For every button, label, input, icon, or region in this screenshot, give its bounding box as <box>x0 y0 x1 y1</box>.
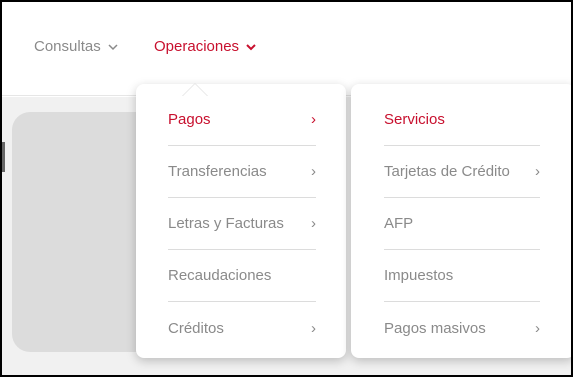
background-divider <box>2 142 5 172</box>
menu-item-impuestos[interactable]: Impuestos <box>384 250 540 302</box>
menu-item-label: Pagos <box>168 111 211 128</box>
nav-operaciones-label: Operaciones <box>154 38 240 55</box>
top-navigation: Consultas Operaciones <box>2 2 571 96</box>
nav-operaciones[interactable]: Operaciones <box>154 38 257 55</box>
menu-item-transferencias[interactable]: Transferencias › <box>168 146 316 198</box>
operaciones-menu: Pagos › Transferencias › Letras y Factur… <box>136 84 346 358</box>
chevron-right-icon: › <box>311 163 316 180</box>
chevron-right-icon: › <box>311 111 316 128</box>
nav-consultas-label: Consultas <box>34 38 101 55</box>
menu-item-recaudaciones[interactable]: Recaudaciones <box>168 250 316 302</box>
menu-item-label: Transferencias <box>168 163 267 180</box>
chevron-right-icon: › <box>311 215 316 232</box>
menu-item-label: Recaudaciones <box>168 267 272 284</box>
menu-item-label: Letras y Facturas <box>168 215 284 232</box>
menu-item-label: Servicios <box>384 111 445 128</box>
dropdown-caret <box>182 84 208 97</box>
nav-consultas[interactable]: Consultas <box>34 38 119 55</box>
menu-item-label: Pagos masivos <box>384 319 486 337</box>
pagos-submenu: Servicios Tarjetas de Crédito › AFP Impu… <box>351 84 571 358</box>
app-frame: Consultas Operaciones Pagos › Transferen… <box>0 0 573 377</box>
menu-item-letras-facturas[interactable]: Letras y Facturas › <box>168 198 316 250</box>
menu-item-label: Impuestos <box>384 267 454 284</box>
chevron-right-icon: › <box>535 319 540 337</box>
chevron-down-icon <box>245 42 257 52</box>
menu-item-pagos[interactable]: Pagos › <box>168 94 316 146</box>
chevron-down-icon <box>107 42 119 52</box>
chevron-right-icon: › <box>535 163 540 180</box>
menu-item-tarjetas-credito[interactable]: Tarjetas de Crédito › <box>384 146 540 198</box>
menu-item-label: Tarjetas de Crédito <box>384 163 510 180</box>
menu-item-pagos-masivos[interactable]: Pagos masivos › <box>384 302 540 354</box>
menu-item-label: Créditos <box>168 319 224 337</box>
menu-item-afp[interactable]: AFP <box>384 198 540 250</box>
menu-item-servicios[interactable]: Servicios <box>384 94 540 146</box>
menu-item-label: AFP <box>384 215 414 232</box>
menu-item-creditos[interactable]: Créditos › <box>168 302 316 354</box>
chevron-right-icon: › <box>311 319 316 337</box>
